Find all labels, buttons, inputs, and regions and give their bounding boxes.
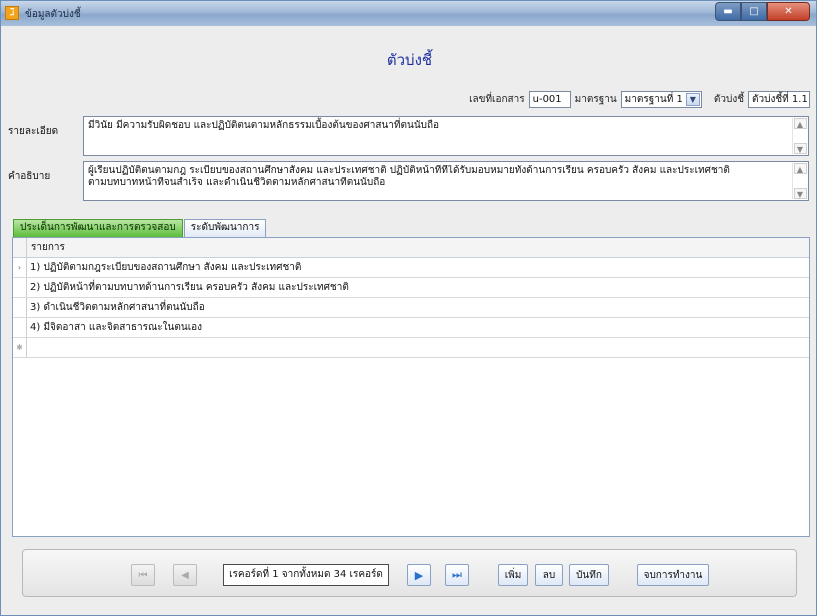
row-header-corner (13, 238, 27, 257)
explanation-line-1: ผู้เรียนปฏิบัติตนตามกฎ ระเบียบของสถานศึก… (88, 165, 730, 176)
details-row: รายละเอียด มีวินัย มีความรับผิดชอบ และปฏ… (7, 116, 809, 156)
form-title: ตัวบ่งชี้ (386, 51, 433, 69)
standard-select[interactable]: มาตรฐานที่ 1 ▼ (620, 91, 702, 108)
table-row[interactable]: 4) มีจิตอาสา และจิตสาธารณะในตนเอง (13, 318, 809, 338)
current-row-icon: › (13, 258, 27, 277)
table-cell[interactable]: 2) ปฏิบัติหน้าที่ตามบทบาทด้านการเรียน คร… (27, 278, 809, 297)
explanation-field[interactable]: ผู้เรียนปฏิบัติตนตามกฎ ระเบียบของสถานศึก… (83, 161, 809, 201)
indicator-label: ตัวบ่งชี้ (713, 94, 744, 105)
window-title: ข้อมูลตัวบ่งชี้ (25, 9, 81, 20)
new-row-cell[interactable] (27, 338, 809, 357)
row-header (13, 318, 27, 337)
doc-no-field[interactable]: u-001 (528, 91, 571, 108)
table-row[interactable]: › 1) ปฏิบัติตามกฎระเบียบของสถานศึกษา สัง… (13, 258, 809, 278)
row-header (13, 278, 27, 297)
scroll-up-icon[interactable]: ▲ (793, 118, 807, 129)
new-row-icon: ✱ (13, 338, 27, 357)
record-position-text: เรคอร์ดที่ 1 จากทั้งหมด 34 เรคอร์ด (223, 564, 389, 586)
minimize-button[interactable]: ▬ (715, 2, 741, 21)
first-record-icon: ⏮ (138, 569, 148, 581)
scroll-down-icon[interactable]: ▼ (793, 143, 807, 154)
table-row[interactable]: 3) ดำเนินชีวิตตามหลักศาสนาที่ตนนับถือ (13, 298, 809, 318)
doc-no-label: เลขที่เอกสาร (469, 94, 525, 105)
grid-header: รายการ (13, 238, 809, 258)
window-controls: ▬ □ ✕ (715, 2, 810, 21)
add-button[interactable]: เพิ่ม (498, 564, 528, 586)
chevron-down-icon[interactable]: ▼ (685, 93, 700, 106)
column-header-items[interactable]: รายการ (27, 238, 809, 257)
close-button[interactable]: ✕ (767, 2, 810, 21)
items-grid: รายการ › 1) ปฏิบัติตามกฎระเบียบของสถานศึ… (12, 237, 810, 537)
details-scrollbar[interactable]: ▲ ▼ (792, 118, 807, 154)
form-body: ตัวบ่งชี้ เลขที่เอกสาร u-001 มาตรฐาน มาต… (7, 26, 812, 609)
scroll-down-icon[interactable]: ▼ (793, 188, 807, 199)
table-row[interactable]: 2) ปฏิบัติหน้าที่ตามบทบาทด้านการเรียน คร… (13, 278, 809, 298)
maximize-icon: □ (749, 6, 759, 17)
title-bar: ℷ ข้อมูลตัวบ่งชี้ ▬ □ ✕ (1, 1, 816, 26)
details-label: รายละเอียด (8, 126, 59, 137)
main-window: ℷ ข้อมูลตัวบ่งชี้ ▬ □ ✕ ตัวบ่งชี้ เลขที่… (0, 0, 817, 616)
standard-label: มาตรฐาน (574, 94, 617, 105)
last-record-button[interactable]: ⏭ (445, 564, 469, 586)
table-cell[interactable]: 3) ดำเนินชีวิตตามหลักศาสนาที่ตนนับถือ (27, 298, 809, 317)
tab-development-issues[interactable]: ประเด็นการพัฒนาและการตรวจสอบ (13, 219, 183, 237)
explanation-label: คำอธิบาย (8, 171, 51, 182)
details-text: มีวินัย มีความรับผิดชอบ และปฏิบัติตนตามห… (88, 120, 440, 131)
last-record-icon: ⏭ (452, 568, 462, 581)
finish-button[interactable]: จบการทำงาน (637, 564, 709, 586)
tab-strip: ประเด็นการพัฒนาและการตรวจสอบ ระดับพัฒนาก… (13, 219, 267, 237)
standard-value: มาตรฐานที่ 1 (624, 94, 683, 105)
tab-development-levels[interactable]: ระดับพัฒนาการ (183, 219, 267, 237)
maximize-button[interactable]: □ (741, 2, 767, 21)
details-field[interactable]: มีวินัย มีความรับผิดชอบ และปฏิบัติตนตามห… (83, 116, 809, 156)
close-icon: ✕ (784, 6, 793, 17)
minimize-icon: ▬ (723, 6, 733, 17)
table-cell[interactable]: 1) ปฏิบัติตามกฎระเบียบของสถานศึกษา สังคม… (27, 258, 809, 277)
delete-button[interactable]: ลบ (535, 564, 563, 586)
indicator-field[interactable]: ตัวบ่งชี้ที่ 1.1 (748, 91, 810, 108)
record-navigator: ⏮ ◀ เรคอร์ดที่ 1 จากทั้งหมด 34 เรคอร์ด ▶… (22, 549, 797, 597)
explanation-scrollbar[interactable]: ▲ ▼ (792, 163, 807, 199)
save-button[interactable]: บันทึก (569, 564, 609, 586)
table-cell[interactable]: 4) มีจิตอาสา และจิตสาธารณะในตนเอง (27, 318, 809, 337)
app-icon: ℷ (5, 6, 19, 20)
header-fields: เลขที่เอกสาร u-001 มาตรฐาน มาตรฐานที่ 1 … (469, 91, 810, 108)
next-record-button[interactable]: ▶ (407, 564, 431, 586)
row-header (13, 298, 27, 317)
previous-record-icon: ◀ (181, 569, 189, 581)
explanation-row: คำอธิบาย ผู้เรียนปฏิบัติตนตามกฎ ระเบียบข… (7, 161, 809, 201)
next-record-icon: ▶ (414, 568, 424, 582)
first-record-button[interactable]: ⏮ (131, 564, 155, 586)
new-row[interactable]: ✱ (13, 338, 809, 358)
scroll-up-icon[interactable]: ▲ (793, 163, 807, 174)
explanation-line-2: ตามบทบาทหน้าที่จนสำเร็จ และดำเนินชีวิตตา… (88, 177, 386, 188)
previous-record-button[interactable]: ◀ (173, 564, 197, 586)
